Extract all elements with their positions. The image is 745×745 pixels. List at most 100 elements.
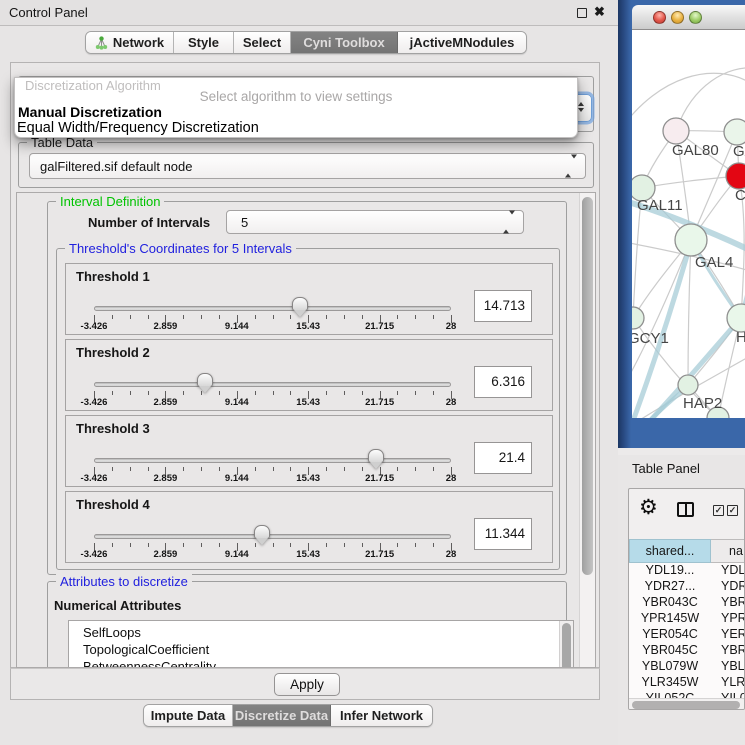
- cell-shared-name[interactable]: YLR345W: [629, 675, 711, 691]
- attributes-group: Attributes to discretize Numerical Attri…: [47, 581, 567, 668]
- attribute-list-item[interactable]: TopologicalCoefficient: [69, 641, 573, 658]
- table-row[interactable]: YDL19...YDL1: [629, 563, 745, 579]
- cell-name[interactable]: YDL1: [711, 563, 745, 579]
- node-label: GCY1: [632, 330, 669, 347]
- slider-track[interactable]: [94, 458, 451, 463]
- cell-name[interactable]: YBL0: [711, 659, 745, 675]
- cell-name[interactable]: YBR0: [711, 643, 745, 659]
- attributes-group-title: Attributes to discretize: [56, 574, 192, 589]
- network-window-titlebar[interactable]: [632, 5, 745, 30]
- tab-cyni-toolbox[interactable]: Cyni Toolbox: [291, 32, 398, 53]
- cell-shared-name[interactable]: YDL19...: [629, 563, 711, 579]
- network-icon: [95, 36, 108, 50]
- tab-style[interactable]: Style: [174, 32, 234, 53]
- slider-thumb[interactable]: [368, 449, 384, 469]
- slider-thumb[interactable]: [197, 373, 213, 393]
- cell-shared-name[interactable]: YBR045C: [629, 643, 711, 659]
- column-header-shared-name[interactable]: shared...: [629, 539, 711, 563]
- attribute-list-item[interactable]: BetweennessCentrality: [69, 658, 573, 668]
- cell-name[interactable]: YBR0: [711, 595, 745, 611]
- numerical-attributes-label: Numerical Attributes: [54, 598, 181, 613]
- cell-name[interactable]: YPR1: [711, 611, 745, 627]
- cell-name[interactable]: YLR3: [711, 675, 745, 691]
- slider-scale-label: 2.859: [154, 397, 178, 408]
- tab-jactivemnodules[interactable]: jActiveMNodules: [398, 32, 526, 53]
- threshold-label: Threshold 4: [76, 497, 150, 512]
- close-traffic-light-icon[interactable]: [653, 11, 666, 24]
- number-of-intervals-combobox[interactable]: 5: [226, 210, 524, 234]
- cell-name[interactable]: YER0: [711, 627, 745, 643]
- table-row[interactable]: YER054CYER0: [629, 627, 745, 643]
- threshold-panel: Threshold 2 -3.4262.8599.14415.4321.7152…: [65, 339, 553, 411]
- network-node-gal4[interactable]: [675, 224, 707, 256]
- checkbox-icon[interactable]: ✓: [727, 505, 738, 516]
- stepper-arrows-icon: [565, 159, 577, 174]
- panel-divider: [618, 448, 745, 455]
- tab-discretize-data[interactable]: Discretize Data: [233, 705, 331, 726]
- cell-name[interactable]: YDR2: [711, 579, 745, 595]
- network-node-gcy1[interactable]: [632, 307, 644, 329]
- apply-button[interactable]: Apply: [274, 673, 340, 696]
- slider-scale-label: 15.43: [296, 321, 320, 332]
- table-panel-titlebar: Table Panel: [618, 455, 745, 482]
- network-node-gal80[interactable]: [663, 118, 689, 144]
- threshold-value[interactable]: 14.713: [474, 290, 532, 322]
- algorithm-option-equal-width[interactable]: Equal Width/Frequency Discretization: [17, 120, 259, 136]
- slider-scale-label: 2.859: [154, 321, 178, 332]
- tab-infer-network[interactable]: Infer Network: [331, 705, 432, 726]
- control-panel-titlebar: Control Panel: [0, 0, 618, 26]
- table-row[interactable]: YBR045CYBR0: [629, 643, 745, 659]
- table-row[interactable]: YBL079WYBL0: [629, 659, 745, 675]
- table-row[interactable]: YPR145WYPR1: [629, 611, 745, 627]
- tab-network[interactable]: Network: [86, 32, 174, 53]
- slider-track[interactable]: [94, 534, 451, 539]
- network-node-hap2[interactable]: [678, 375, 698, 395]
- slider-scale-label: 2.859: [154, 473, 178, 484]
- settings-scrollbar[interactable]: [579, 193, 595, 667]
- table-row[interactable]: YBR043CYBR0: [629, 595, 745, 611]
- column-header-name[interactable]: na: [711, 539, 745, 563]
- float-window-icon[interactable]: [577, 8, 587, 18]
- threshold-value[interactable]: 11.344: [474, 518, 532, 550]
- algorithm-option-manual[interactable]: Manual Discretization: [18, 104, 162, 120]
- list-scrollbar[interactable]: [559, 621, 573, 668]
- cell-shared-name[interactable]: YBR043C: [629, 595, 711, 611]
- slider-track[interactable]: [94, 382, 451, 387]
- cell-shared-name[interactable]: YPR145W: [629, 611, 711, 627]
- minimize-traffic-light-icon[interactable]: [671, 11, 684, 24]
- slider-scale-label: 21.715: [365, 321, 394, 332]
- control-panel-title: Control Panel: [9, 5, 88, 20]
- tab-label: Impute Data: [151, 708, 225, 723]
- number-of-intervals-value: 5: [241, 215, 248, 230]
- threshold-value[interactable]: 21.4: [474, 442, 532, 474]
- tab-select[interactable]: Select: [234, 32, 291, 53]
- scrollbar-thumb[interactable]: [632, 701, 740, 709]
- algorithm-dropdown-popup: Discretization Algorithm Select algorith…: [14, 77, 578, 138]
- zoom-traffic-light-icon[interactable]: [689, 11, 702, 24]
- table-row[interactable]: YLR345WYLR3: [629, 675, 745, 691]
- scrollbar-thumb[interactable]: [582, 197, 593, 575]
- tab-impute-data[interactable]: Impute Data: [144, 705, 233, 726]
- checkbox-icon[interactable]: ✓: [713, 505, 724, 516]
- network-node-ga[interactable]: [724, 119, 745, 145]
- attribute-list-item[interactable]: SelfLoops: [69, 624, 573, 641]
- slider-scale-label: 15.43: [296, 549, 320, 560]
- network-canvas[interactable]: GAL80GACGAL11GAL4GCY1HHAP2: [632, 30, 745, 418]
- table-row[interactable]: YDR27...YDR2: [629, 579, 745, 595]
- threshold-value[interactable]: 6.316: [474, 366, 532, 398]
- table-data-combobox[interactable]: galFiltered.sif default node: [29, 153, 586, 179]
- gear-icon[interactable]: ⚙: [639, 495, 658, 520]
- split-columns-icon[interactable]: [677, 502, 694, 517]
- slider-scale-label: 2.859: [154, 549, 178, 560]
- slider-track[interactable]: [94, 306, 451, 311]
- cell-shared-name[interactable]: YBL079W: [629, 659, 711, 675]
- slider-thumb[interactable]: [292, 297, 308, 317]
- cell-shared-name[interactable]: YDR27...: [629, 579, 711, 595]
- slider-thumb[interactable]: [254, 525, 270, 545]
- table-horizontal-scrollbar[interactable]: [629, 698, 745, 710]
- network-node-c[interactable]: [726, 163, 745, 189]
- slider-scale-label: -3.426: [81, 549, 108, 560]
- close-icon[interactable]: ✖: [594, 4, 605, 20]
- cell-shared-name[interactable]: YER054C: [629, 627, 711, 643]
- numerical-attributes-list[interactable]: SelfLoopsTopologicalCoefficientBetweenne…: [68, 620, 574, 668]
